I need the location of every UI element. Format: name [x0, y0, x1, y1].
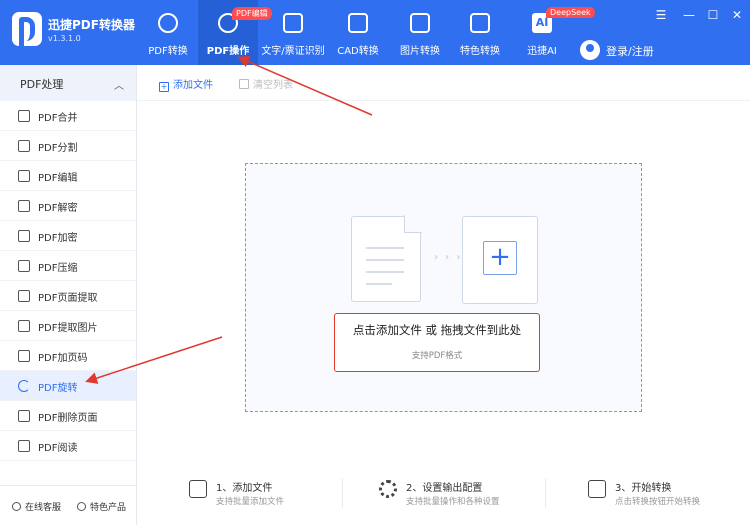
online-service-link[interactable]: 在线客服 [12, 500, 61, 513]
step-start-convert: 3、开始转换 点击转换按钮开始转换 [588, 470, 738, 515]
step-output-settings: 2、设置输出配置 支持批量操作和各种设置 [379, 470, 539, 515]
trash-icon [239, 79, 249, 89]
file-drop-zone[interactable]: › › › + 点击添加文件 或 拖拽文件到此处 支持PDF格式 [245, 163, 642, 412]
merge-icon [18, 110, 30, 122]
sidebar: PDF处理 ︿ PDF合并 PDF分割 PDF编辑 PDF解密 PDF加密 PD… [0, 65, 137, 525]
app-title: 迅捷PDF转换器 [48, 18, 135, 32]
sidebar-item-rotate[interactable]: PDF旋转 [0, 371, 136, 401]
rotate-icon [18, 380, 30, 392]
image-icon [410, 13, 430, 33]
nav-tab-ai[interactable]: AI DeepSeek 迅捷AI [512, 0, 595, 65]
page-extract-icon [18, 290, 30, 302]
sidebar-footer: 在线客服 特色产品 [0, 485, 136, 525]
add-file-icon: + [159, 82, 169, 92]
shield-icon [18, 230, 30, 242]
featured-products-link[interactable]: 特色产品 [77, 500, 126, 513]
headset-icon [12, 502, 21, 511]
step-divider [342, 478, 343, 508]
book-icon [18, 440, 30, 452]
close-button[interactable]: ✕ [730, 8, 744, 22]
step-add-file: 1、添加文件 支持批量添加文件 [189, 470, 339, 515]
toolbar: + 添加文件 清空列表 [137, 65, 750, 101]
nav-badge-deepseek: DeepSeek [546, 7, 595, 18]
image-extract-icon [18, 320, 30, 332]
sidebar-item-image-extract[interactable]: PDF提取图片 [0, 311, 136, 341]
maximize-button[interactable]: ☐ [706, 8, 720, 22]
document-icon [351, 215, 422, 302]
sidebar-item-split[interactable]: PDF分割 [0, 131, 136, 161]
start-convert-icon [588, 480, 606, 498]
sidebar-item-edit[interactable]: PDF编辑 [0, 161, 136, 191]
steps-bar: 1、添加文件 支持批量添加文件 2、设置输出配置 支持批量操作和各种设置 3、开… [137, 470, 750, 515]
unlock-icon [18, 200, 30, 212]
app-version: v1.3.1.0 [48, 34, 81, 43]
edit-icon [18, 170, 30, 182]
sidebar-item-encrypt[interactable]: PDF加密 [0, 221, 136, 251]
page-number-icon [18, 350, 30, 362]
app-logo-icon [12, 12, 42, 46]
chevron-up-icon: ︿ [114, 81, 124, 92]
sidebar-item-page-number[interactable]: PDF加页码 [0, 341, 136, 371]
compress-icon [18, 260, 30, 272]
drop-sub-text: 支持PDF格式 [411, 351, 463, 361]
nav-tab-pdf-operate[interactable]: PDF编辑 PDF操作 [198, 0, 272, 65]
menu-icon[interactable]: ☰ [654, 8, 668, 22]
clear-list-button[interactable]: 清空列表 [239, 76, 293, 91]
convert-icon [158, 13, 178, 33]
nav-tab-image[interactable]: 图片转换 [390, 0, 450, 65]
nav-tab-special[interactable]: 特色转换 [450, 0, 510, 65]
minimize-button[interactable]: — [682, 8, 696, 22]
cad-icon [348, 13, 368, 33]
sidebar-item-page-extract[interactable]: PDF页面提取 [0, 281, 136, 311]
add-file-icon [189, 480, 207, 498]
app-header: 迅捷PDF转换器 v1.3.1.0 PDF转换 PDF编辑 PDF操作 文字/票… [0, 0, 750, 65]
ocr-icon [283, 13, 303, 33]
plus-icon: + [483, 241, 517, 275]
nav-tab-pdf-convert[interactable]: PDF转换 [138, 0, 198, 65]
settings-icon [379, 480, 397, 498]
sidebar-section-header[interactable]: PDF处理 ︿ [0, 65, 136, 101]
sidebar-item-compress[interactable]: PDF压缩 [0, 251, 136, 281]
add-file-button[interactable]: + 添加文件 [159, 76, 213, 92]
sidebar-item-decrypt[interactable]: PDF解密 [0, 191, 136, 221]
drop-main-text: 点击添加文件 或 拖拽文件到此处 [352, 323, 522, 337]
delete-page-icon [18, 410, 30, 422]
sidebar-item-delete-page[interactable]: PDF删除页面 [0, 401, 136, 431]
add-box[interactable]: + [462, 216, 538, 304]
step-divider [545, 478, 546, 508]
split-icon [18, 140, 30, 152]
sidebar-item-read[interactable]: PDF阅读 [0, 431, 136, 461]
user-avatar[interactable] [580, 40, 600, 60]
star-icon [470, 13, 490, 33]
gift-icon [77, 502, 86, 511]
login-register-link[interactable]: 登录/注册 [606, 43, 654, 59]
arrow-dots-icon: › › › [434, 252, 463, 263]
nav-tab-cad[interactable]: CAD转换 [328, 0, 388, 65]
sidebar-item-merge[interactable]: PDF合并 [0, 101, 136, 131]
nav-tab-ocr[interactable]: 文字/票证识别 [258, 0, 328, 65]
drop-hint-box[interactable]: 点击添加文件 或 拖拽文件到此处 支持PDF格式 [334, 313, 540, 372]
